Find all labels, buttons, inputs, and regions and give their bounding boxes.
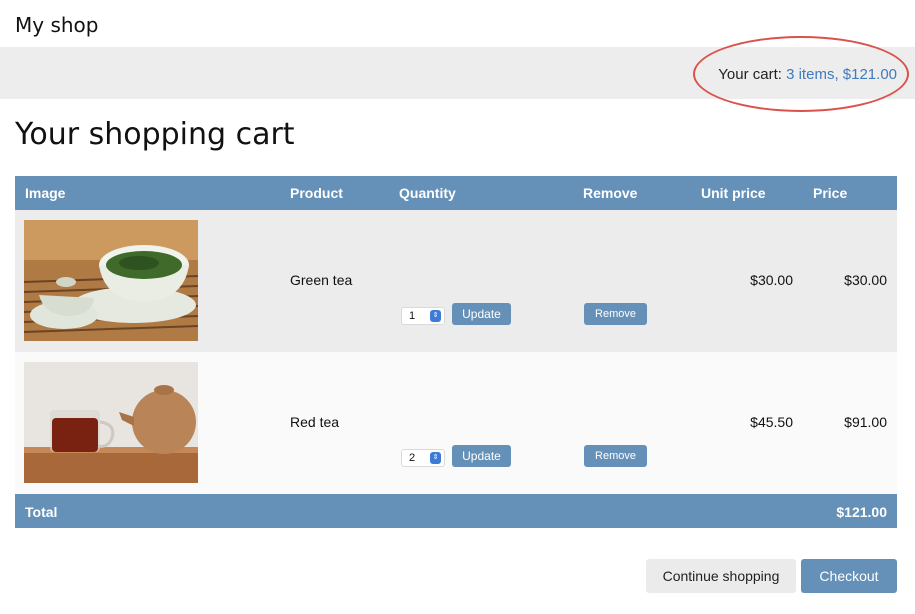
- column-header-quantity: Quantity: [399, 185, 456, 201]
- line-price: $91.00: [844, 414, 887, 430]
- column-header-remove: Remove: [583, 185, 638, 201]
- quantity-value: 2: [409, 452, 416, 464]
- table-row: Red tea 2 ⇕ Update Remove $45.50 $91.00: [15, 352, 897, 494]
- remove-button[interactable]: Remove: [584, 303, 647, 325]
- quantity-select[interactable]: 1 ⇕: [401, 307, 445, 325]
- select-arrows-icon: ⇕: [430, 452, 441, 464]
- update-button[interactable]: Update: [452, 445, 511, 467]
- column-header-unit-price: Unit price: [701, 185, 766, 201]
- total-label: Total: [25, 504, 58, 520]
- total-value: $121.00: [836, 504, 887, 520]
- cart-table: Image Product Quantity Remove Unit price…: [15, 176, 897, 528]
- line-price: $30.00: [844, 272, 887, 288]
- shop-title: My shop: [15, 13, 99, 37]
- product-name: Red tea: [290, 414, 340, 430]
- select-arrows-icon: ⇕: [430, 310, 441, 322]
- column-header-product: Product: [290, 185, 343, 201]
- quantity-select[interactable]: 2 ⇕: [401, 449, 445, 467]
- continue-shopping-button[interactable]: Continue shopping: [646, 559, 796, 593]
- unit-price: $45.50: [750, 414, 793, 430]
- remove-button[interactable]: Remove: [584, 445, 647, 467]
- column-header-price: Price: [813, 185, 848, 201]
- page-title: Your shopping cart: [15, 117, 295, 152]
- update-button[interactable]: Update: [452, 303, 511, 325]
- green-tea-image: [24, 220, 198, 341]
- table-footer: Total $121.00: [15, 494, 897, 528]
- quantity-value: 1: [409, 310, 416, 322]
- unit-price: $30.00: [750, 272, 793, 288]
- column-header-image: Image: [25, 185, 66, 201]
- product-name: Green tea: [290, 272, 353, 288]
- table-header: Image Product Quantity Remove Unit price…: [15, 176, 897, 210]
- cart-highlight-annotation: [693, 36, 909, 112]
- checkout-button[interactable]: Checkout: [801, 559, 897, 593]
- red-tea-image: [24, 362, 198, 483]
- table-row: Green tea 1 ⇕ Update Remove $30.00 $30.0…: [15, 210, 897, 352]
